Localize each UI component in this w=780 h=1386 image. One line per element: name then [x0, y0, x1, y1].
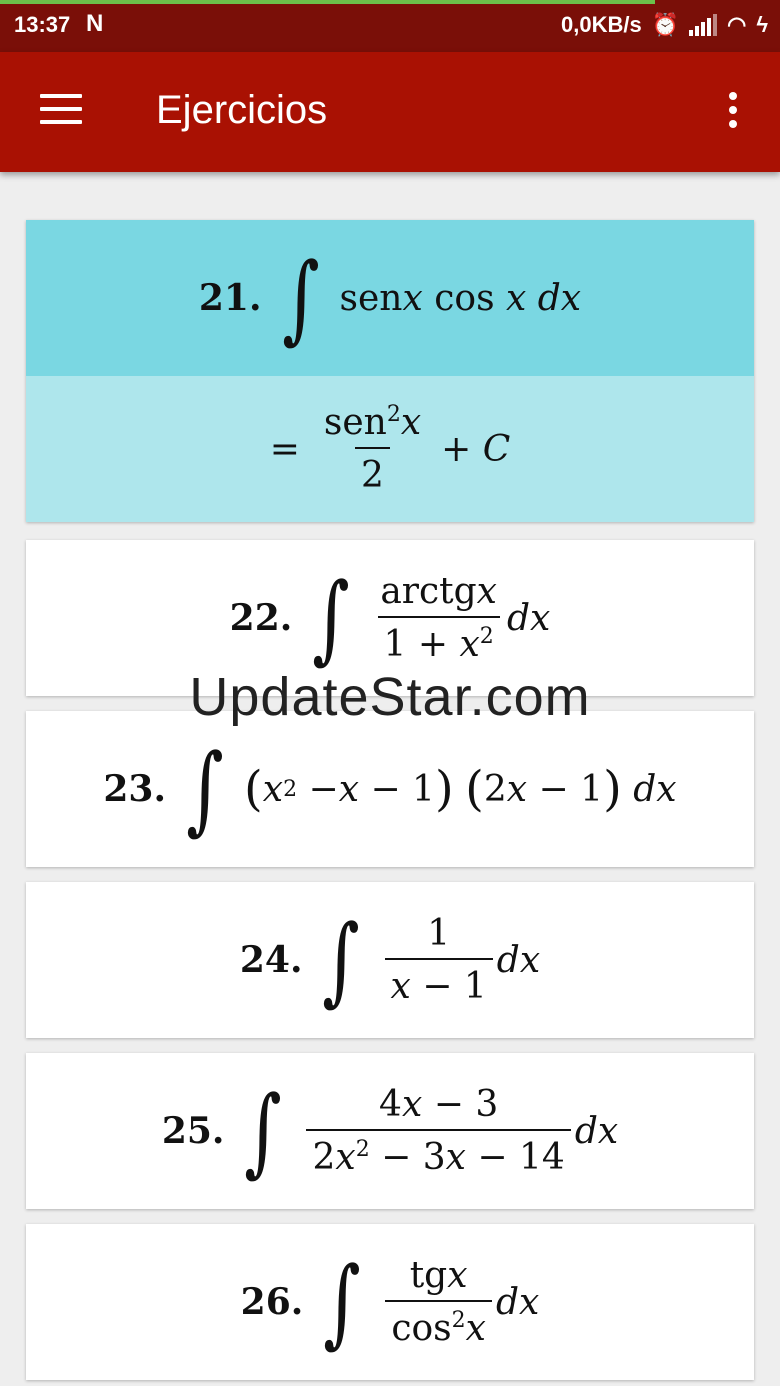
- exercise-card-21[interactable]: 21. ∫ senx cos x dx = sen2x 2 + C: [26, 220, 754, 522]
- integral-sign: ∫: [323, 1246, 362, 1358]
- watermark: UpdateStar.com: [189, 667, 591, 727]
- exercise-number: 22.: [229, 597, 293, 639]
- exercise-card-23[interactable]: 23. ∫ (x 2 − x − 1) (2 x − 1) dx: [26, 711, 754, 867]
- exercise-number: 21.: [198, 277, 262, 319]
- alarm-icon: ⏰: [651, 12, 680, 37]
- exercise-answer: = sen2x 2 + C: [26, 376, 754, 522]
- exercise-number: 25.: [161, 1110, 225, 1152]
- exercise-number: 26.: [240, 1281, 304, 1323]
- page-title: Ejercicios: [156, 88, 328, 132]
- status-time: 13:37: [14, 12, 71, 37]
- integral-sign: ∫: [186, 733, 224, 845]
- integral-sign: ∫: [322, 904, 361, 1016]
- status-bar: 13:37 N 0,0KB/s ⏰ ◠ ϟ: [0, 0, 780, 52]
- more-options-icon[interactable]: [726, 92, 740, 132]
- wifi-icon: ◠: [727, 12, 747, 37]
- exercise-number: 24.: [239, 939, 303, 981]
- integral-sign: ∫: [244, 1075, 283, 1187]
- exercise-card-25[interactable]: 25. ∫ 4x − 3 2x2 − 3x − 14 dx: [26, 1053, 754, 1209]
- exercise-question: 21. ∫ senx cos x dx: [26, 220, 754, 376]
- exercise-number: 23.: [103, 768, 167, 810]
- exercise-card-24[interactable]: 24. ∫ 1x − 1 dx: [26, 882, 754, 1038]
- exercise-card-26[interactable]: 26. ∫ tgx cos2x dx: [26, 1224, 754, 1380]
- notification-n-icon: N: [86, 10, 104, 37]
- battery-charging-icon: ϟ: [756, 12, 768, 37]
- integral-sign: ∫: [312, 562, 351, 674]
- menu-icon[interactable]: [40, 94, 82, 128]
- network-speed: 0,0KB/s: [561, 12, 642, 37]
- download-progress-bar: [0, 0, 656, 4]
- signal-icon: [689, 14, 718, 36]
- integral-sign: ∫: [281, 242, 320, 354]
- app-bar: Ejercicios: [0, 52, 780, 172]
